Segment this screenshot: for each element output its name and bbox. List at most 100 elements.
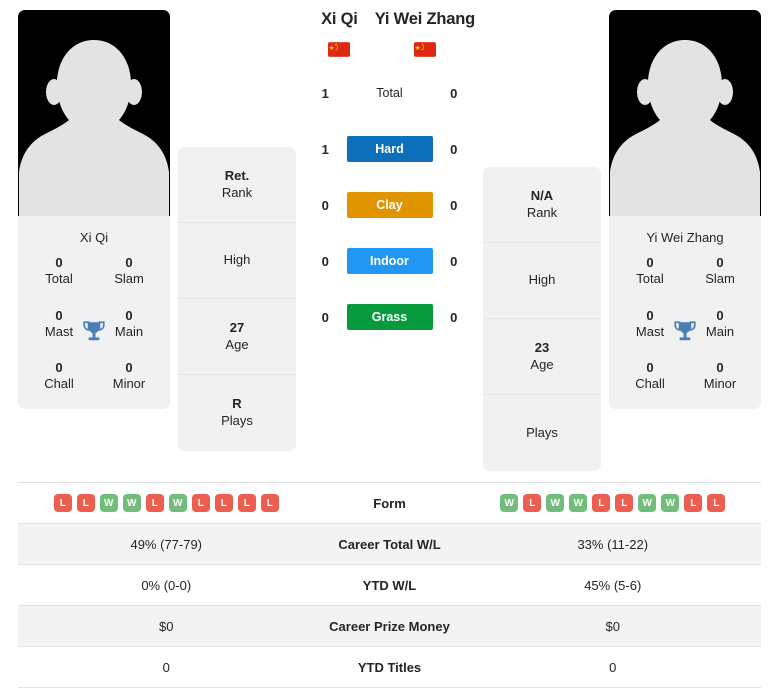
title-cell: 0 Chall [615,360,685,393]
title-value: 0 [125,255,133,270]
h2h-left-value: 0 [321,309,329,325]
h2h-label[interactable]: Hard [346,136,433,162]
h2h-row-grass: 0 Grass 0 [304,289,475,345]
form-badge-l: L [707,494,726,512]
h2h-label: Total [376,86,403,100]
china-flag-icon [413,42,436,57]
h2h-label[interactable]: Clay [346,192,433,218]
title-value: 0 [716,255,724,270]
h2h-label-wrap: Clay [346,192,433,218]
h2h-right-value: 0 [450,197,458,213]
info-label: Plays [526,424,558,440]
info-value: Ret. [224,167,250,183]
h2h-label-wrap: Total [347,80,433,106]
form-badge-l: L [237,494,256,512]
h2h-row-total: 1 Total 0 [304,65,475,121]
table-row-ytd-wl: 0% (0-0) YTD W/L 45% (5-6) [18,565,761,606]
form-badge-l: L [592,494,611,512]
h2h-right-value: 0 [450,141,458,157]
info-plays: R Plays [178,375,296,451]
form-badge-l: L [615,494,634,512]
h2h-right-value: 0 [450,309,458,325]
title-cell: 0 Slam [94,255,164,288]
h2h-label[interactable]: Grass [346,304,433,330]
title-label: Total [636,271,664,287]
info-high: High [178,223,296,299]
h2h-row-hard: 1 Hard 0 [304,121,475,177]
form-badge-w: W [638,494,657,512]
form-badge-l: L [684,494,703,512]
player-comparison-page: Xi Qi 0 Total 0 Slam 0 Mast 0 Main 0 Cha… [0,0,779,699]
right-player-card[interactable]: Yi Wei Zhang 0 Total 0 Slam 0 Mast 0 Mai… [609,10,761,409]
player-silhouette-icon [19,40,169,216]
china-flag-icon [328,42,351,57]
info-label: Rank [221,184,253,200]
title-label: Chall [635,376,665,392]
form-badge-w: W [546,494,565,512]
right-value: 33% (11-22) [577,536,649,552]
info-high: High [483,243,601,319]
info-label: Age [225,336,249,352]
form-badge-l: L [145,494,164,512]
info-value: R [232,396,242,412]
title-label: Total [45,271,73,287]
right-player-name: Yi Wei Zhang [374,10,475,28]
stats-comparison-table: LLWWLWLLLL Form WLWWLLWWLL 49% (77-79) C… [18,482,761,688]
right-player-name-block[interactable]: Yi Wei Zhang [375,10,475,57]
right-form-cell: WLWWLLWWLL [465,494,762,512]
right-player-photo [609,10,761,216]
h2h-label-wrap: Grass [346,304,433,330]
title-value: 0 [55,360,63,375]
title-cell: 0 Minor [94,360,164,393]
title-cell: 0 Slam [685,255,755,288]
right-value: 0 [609,659,617,675]
h2h-row-clay: 0 Clay 0 [304,177,475,233]
info-label: Rank [526,204,558,220]
left-value: 0 [162,659,170,675]
form-badge-l: L [76,494,95,512]
form-badge-l: L [523,494,542,512]
left-value: 0% (0-0) [141,577,192,593]
left-card-player-name: Xi Qi [18,216,170,255]
table-row-form: LLWWLWLLLL Form WLWWLLWWLL [18,483,761,524]
table-row-career-total-wl: 49% (77-79) Career Total W/L 33% (11-22) [18,524,761,565]
info-age: 27 Age [178,299,296,375]
left-form-badges: LLWWLWLLLL [24,494,309,512]
left-player-card[interactable]: Xi Qi 0 Total 0 Slam 0 Mast 0 Main 0 Cha… [18,10,170,409]
comparison-header: Xi Qi 0 Total 0 Slam 0 Mast 0 Main 0 Cha… [0,0,779,478]
h2h-right-value: 0 [450,85,458,101]
h2h-label[interactable]: Indoor [346,248,433,274]
info-age: 23 Age [483,319,601,395]
info-rank: Ret. Rank [178,147,296,223]
info-label: Age [530,356,554,372]
surface-breakdown: 1 Total 0 1 Hard 0 0 Clay 0 0 Indoor 0 0… [304,65,475,345]
right-value: $0 [605,618,620,634]
info-value: N/A [530,187,554,203]
info-value: 23 [534,339,550,355]
player-silhouette-icon [610,40,760,216]
left-titles-grid: 0 Total 0 Slam 0 Mast 0 Main 0 Chall 0 M… [18,255,170,409]
row-label: Form [373,495,406,511]
title-value: 0 [55,255,63,270]
form-badge-w: W [99,494,118,512]
title-cell: 0 Total [24,255,94,288]
row-label: YTD Titles [357,659,422,675]
trophy-icon [674,321,696,340]
h2h-label-wrap: Hard [346,136,433,162]
title-value: 0 [716,360,724,375]
title-label: Minor [703,376,737,392]
player-names-row: Xi Qi Yi Wei Zhang [304,10,475,57]
right-player-info-column: N/A Rank High 23 Age Plays [483,167,601,471]
title-label: Chall [44,376,74,392]
h2h-row-indoor: 0 Indoor 0 [304,233,475,289]
right-value: 45% (5-6) [584,577,642,593]
info-label: High [528,272,556,288]
left-form-cell: LLWWLWLLLL [18,494,315,512]
left-player-name-block[interactable]: Xi Qi [304,10,375,57]
form-badge-l: L [214,494,233,512]
table-row-ytd-titles: 0 YTD Titles 0 [18,647,761,688]
title-label: Minor [112,376,146,392]
title-cell: 0 Chall [24,360,94,393]
left-player-info-column: Ret. Rank High 27 Age R Plays [178,147,296,451]
form-badge-l: L [191,494,210,512]
